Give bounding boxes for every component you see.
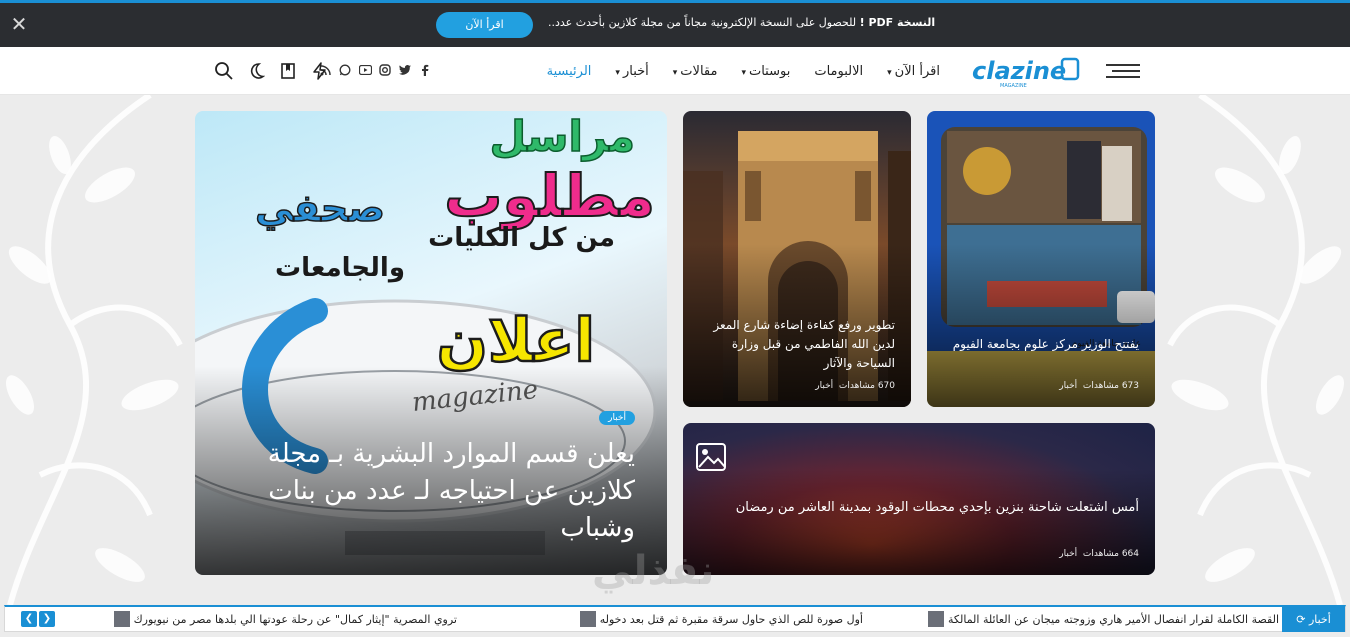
news-card-minister[interactable]: علوم جامعة الفيوم يفتتح الوزير مركز علوم… (927, 111, 1155, 407)
ticker-thumbnail (113, 611, 130, 627)
right-ornament (1155, 95, 1350, 605)
nav-home-label: الرئيسية (546, 63, 592, 79)
poster-line2: مطلوب (444, 162, 655, 231)
refresh-icon: ⟳ (1296, 613, 1309, 626)
nav-articles[interactable]: مقالات▾ (673, 64, 718, 79)
site-logo[interactable]: clazine MAGAZINE (970, 53, 1082, 89)
close-icon[interactable]: ✕ (8, 13, 30, 35)
nav-posts-label: بوستات (748, 63, 791, 79)
ticker-item[interactable]: القصة الكاملة لقرار انفصال الأمير هاري و… (928, 611, 1279, 627)
mosque-card-title[interactable]: تطوير ورفع كفاءة إضاءة شارع المعز لدين ا… (695, 316, 895, 373)
nav-news-label: أخبار (622, 63, 649, 79)
whatsapp-icon[interactable] (338, 63, 352, 77)
promo-bar: ✕ اقرأ الآن النسخة PDF ! للحصول على النس… (0, 3, 1350, 47)
promo-text: النسخة PDF ! للحصول على النسخة الإلكترون… (548, 16, 935, 29)
fire-card-meta: 664 مشاهدات أخبار (1059, 549, 1139, 559)
poster-line3: صحفي (255, 186, 385, 230)
promo-text-body: للحصول على النسخة الإلكترونية مجاناً من … (548, 16, 860, 29)
mosque-category[interactable]: أخبار (815, 381, 833, 391)
nav-home[interactable]: الرئيسية (547, 64, 592, 79)
menu-icon[interactable] (1106, 64, 1140, 78)
nav-articles-label: مقالات (680, 63, 718, 79)
fire-card-title[interactable]: أمس اشتعلت شاحنة بنزين بإحدي محطات الوقو… (699, 498, 1139, 518)
featured-card-large[interactable]: مراسل مطلوب صحفي من كل الكليات والجامعات… (195, 111, 667, 575)
news-card-mosque[interactable]: تطوير ورفع كفاءة إضاءة شارع المعز لدين ا… (683, 111, 911, 407)
chevron-down-icon: ▾ (887, 67, 892, 78)
minister-card-title[interactable]: يفتتح الوزير مركز علوم بجامعة الفيوم (939, 335, 1139, 354)
minister-views: 673 مشاهدات (1082, 381, 1139, 391)
svg-text:clazine: clazine (972, 57, 1066, 85)
poster-line5: والجامعات (275, 253, 405, 283)
search-icon[interactable] (212, 59, 236, 83)
ticker-label-text: أخبار (1308, 613, 1331, 626)
svg-text:MAGAZINE: MAGAZINE (1000, 83, 1027, 89)
poster-line1: مراسل (490, 112, 635, 162)
instagram-icon[interactable] (378, 63, 392, 77)
dark-mode-icon[interactable] (244, 59, 268, 83)
site-header: clazine MAGAZINE الرئيسية أخبار▾ مقالات▾… (0, 47, 1350, 95)
mosque-card-meta: 670 مشاهدات أخبار (815, 381, 895, 391)
mosque-views: 670 مشاهدات (838, 381, 895, 391)
nav-news[interactable]: أخبار▾ (615, 64, 648, 79)
category-badge[interactable]: أخبار (599, 411, 635, 425)
lightning-icon[interactable] (308, 59, 332, 83)
minister-category[interactable]: أخبار (1059, 381, 1077, 391)
promo-text-bold: النسخة PDF ! (859, 16, 936, 29)
ticker-thumbnail (928, 611, 945, 627)
nav-albums[interactable]: الالبومات (814, 64, 863, 79)
twitter-icon[interactable] (398, 63, 412, 77)
chevron-right-icon[interactable]: ❯ (39, 611, 55, 627)
fire-views: 664 مشاهدات (1082, 549, 1139, 559)
chevron-down-icon: ▾ (672, 67, 678, 78)
header-tools (212, 59, 332, 83)
nav-posts[interactable]: بوستات▾ (741, 64, 790, 79)
read-now-button[interactable]: اقرأ الآن (436, 12, 533, 38)
featured-title[interactable]: يعلن قسم الموارد البشرية بـ مجلة كلازين … (215, 436, 635, 547)
bookmark-icon[interactable] (276, 59, 300, 83)
image-icon (695, 441, 727, 473)
ticker-item-text: القصة الكاملة لقرار انفصال الأمير هاري و… (948, 612, 1279, 626)
ticker-controls: ❮ ❯ (21, 611, 55, 627)
chevron-left-icon[interactable]: ❮ (21, 611, 37, 627)
main-nav: الرئيسية أخبار▾ مقالات▾ بوستات▾ الالبوما… (547, 47, 940, 95)
ticker-item[interactable]: أول صورة للص الذي حاول سرقة مقبرة ثم قتل… (579, 611, 863, 627)
ticker-item[interactable]: تروي المصرية "إيثار كمال" عن رحلة عودتها… (113, 611, 457, 627)
news-card-fire[interactable]: أمس اشتعلت شاحنة بنزين بإحدي محطات الوقو… (683, 423, 1155, 575)
ticker-thumbnail (579, 611, 596, 627)
nav-albums-label: الالبومات (814, 63, 864, 79)
facebook-icon[interactable] (418, 63, 432, 77)
poster-line4: من كل الكليات (428, 223, 615, 253)
nav-read-now-label: اقرأ الآن (894, 63, 940, 79)
chevron-down-icon: ▾ (741, 67, 746, 78)
ticker-label: أخبار ⟳ (1282, 607, 1345, 632)
site-watermark: نفذلي (592, 548, 715, 594)
nav-read-now[interactable]: اقرأ الآن▾ (887, 64, 940, 79)
social-links (318, 63, 432, 77)
left-ornament (0, 95, 195, 605)
minister-card-meta: 673 مشاهدات أخبار (1059, 381, 1139, 391)
chevron-down-icon: ▾ (615, 67, 620, 78)
ticker-item-text: أول صورة للص الذي حاول سرقة مقبرة ثم قتل… (599, 612, 863, 626)
fire-category[interactable]: أخبار (1059, 549, 1077, 559)
ticker-item-text: تروي المصرية "إيثار كمال" عن رحلة عودتها… (133, 612, 457, 626)
youtube-icon[interactable] (358, 63, 372, 77)
news-ticker: أخبار ⟳ القصة الكاملة لقرار انفصال الأمي… (4, 605, 1346, 632)
